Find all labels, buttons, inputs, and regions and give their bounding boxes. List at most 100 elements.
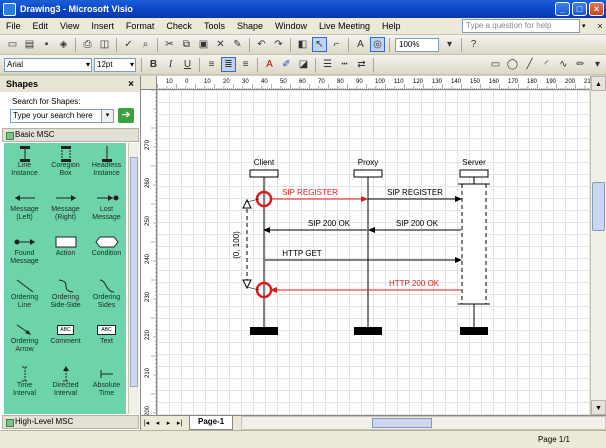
font-family-select[interactable]: Arial xyxy=(4,57,92,72)
shapes-icon[interactable]: ◧ xyxy=(295,37,310,52)
shape-ordering-line[interactable]: Ordering Line xyxy=(5,278,44,322)
line-color-icon[interactable]: ✐ xyxy=(279,57,294,72)
shape-directed-interval[interactable]: Directed Interval xyxy=(46,366,85,410)
ask-dropdown-icon[interactable]: ▾ xyxy=(582,22,590,30)
open-icon[interactable]: ▤ xyxy=(22,37,37,52)
permission-icon[interactable]: ◈ xyxy=(56,37,71,52)
shapes-pane-close-button[interactable]: × xyxy=(125,79,137,90)
shape-lost-message[interactable]: Lost Message xyxy=(87,190,126,234)
previous-page-button[interactable]: ◂ xyxy=(152,419,163,427)
last-page-button[interactable]: ▸| xyxy=(174,419,185,427)
search-shapes-input[interactable]: Type your search here xyxy=(10,108,102,123)
shape-absolute-time[interactable]: Absolute Time xyxy=(87,366,126,410)
scroll-up-icon[interactable]: ▲ xyxy=(591,76,606,91)
close-button[interactable]: × xyxy=(589,2,604,16)
menu-window[interactable]: Window xyxy=(269,21,313,31)
menu-check[interactable]: Check xyxy=(160,21,198,31)
instance-label-client[interactable]: Client xyxy=(254,158,275,167)
research-icon[interactable]: ⌕ xyxy=(138,37,153,52)
stencil-high-level-msc[interactable]: High-Level MSC xyxy=(2,415,139,429)
shape-condition[interactable]: Condition xyxy=(87,234,126,278)
arc-tool-icon[interactable]: ◜ xyxy=(539,57,554,72)
menu-tools[interactable]: Tools xyxy=(198,21,231,31)
shape-time-interval[interactable]: Time Interval xyxy=(5,366,44,410)
shape-ordering-side-side[interactable]: Ordering Side-Side xyxy=(46,278,85,322)
text-tool-icon[interactable]: A xyxy=(353,37,368,52)
line-ends-icon[interactable]: ⇄ xyxy=(354,57,369,72)
vertical-scrollbar[interactable]: ▲ ▼ xyxy=(590,76,606,415)
first-page-button[interactable]: |◂ xyxy=(141,419,152,427)
tab-page-1[interactable]: Page-1 xyxy=(189,416,234,430)
shape-message-right[interactable]: Message (Right) xyxy=(46,190,85,234)
horizontal-scroll-thumb[interactable] xyxy=(372,418,433,428)
client-instance-head[interactable] xyxy=(249,169,279,178)
align-center-icon[interactable]: ≣ xyxy=(221,57,236,72)
shape-ordering-arrow[interactable]: Ordering Arrow xyxy=(5,322,44,366)
document-close-button[interactable]: × xyxy=(594,21,606,31)
search-dropdown-icon[interactable]: ▾ xyxy=(102,108,114,123)
vertical-ruler[interactable]: 270 260 250 240 230 220 210 200 xyxy=(141,90,157,415)
clear-icon[interactable]: ✕ xyxy=(213,37,228,52)
ellipse-tool-icon[interactable]: ◯ xyxy=(505,57,520,72)
print-preview-icon[interactable]: ◫ xyxy=(97,37,112,52)
shape-found-message[interactable]: Found Message xyxy=(5,234,44,278)
line-pattern-icon[interactable]: ┅ xyxy=(337,57,352,72)
scroll-down-icon[interactable]: ▼ xyxy=(591,400,606,415)
message-label-http-get[interactable]: HTTP GET xyxy=(282,249,322,258)
connector-tool-icon[interactable]: ⌐ xyxy=(329,37,344,52)
drawing-canvas[interactable]: Client Proxy Server SIP REGISTER SIP REG… xyxy=(157,90,590,415)
time-interval-label[interactable]: (0, 100) xyxy=(232,231,241,259)
redo-icon[interactable]: ↷ xyxy=(271,37,286,52)
menu-help[interactable]: Help xyxy=(376,21,407,31)
menu-format[interactable]: Format xyxy=(120,21,161,31)
help-icon[interactable]: ? xyxy=(466,37,481,52)
new-icon[interactable]: ▭ xyxy=(5,37,20,52)
client-instance-end[interactable] xyxy=(250,327,278,335)
menu-edit[interactable]: Edit xyxy=(27,21,55,31)
server-coregion[interactable] xyxy=(462,184,486,304)
fill-color-icon[interactable]: ◪ xyxy=(296,57,311,72)
proxy-instance-end[interactable] xyxy=(354,327,382,335)
format-painter-icon[interactable]: ✎ xyxy=(230,37,245,52)
message-label-sip-200-ok-2[interactable]: SIP 200 OK xyxy=(396,219,439,228)
print-icon[interactable]: ⎙ xyxy=(80,37,95,52)
toolbar-options-icon[interactable]: ▾ xyxy=(590,57,605,72)
horizontal-ruler[interactable]: 10 0 10 20 30 40 50 60 70 80 90 100 110 120 130 140 150 1… xyxy=(157,76,590,90)
server-instance-head[interactable] xyxy=(459,169,489,178)
menu-insert[interactable]: Insert xyxy=(85,21,120,31)
copy-icon[interactable]: ⧉ xyxy=(179,37,194,52)
restore-button[interactable]: □ xyxy=(572,2,587,16)
stencil-basic-msc[interactable]: Basic MSC xyxy=(2,128,139,142)
instance-label-server[interactable]: Server xyxy=(462,158,486,167)
minimize-button[interactable]: _ xyxy=(555,2,570,16)
align-left-icon[interactable]: ≡ xyxy=(204,57,219,72)
underline-button[interactable]: U xyxy=(180,57,195,72)
cut-icon[interactable]: ✂ xyxy=(162,37,177,52)
search-go-button[interactable]: ➔ xyxy=(118,108,134,123)
menu-view[interactable]: View xyxy=(54,21,85,31)
menu-file[interactable]: File xyxy=(0,21,27,31)
font-size-select[interactable]: 12pt xyxy=(94,57,136,72)
instance-label-proxy[interactable]: Proxy xyxy=(358,158,378,167)
visio-app-icon[interactable] xyxy=(3,2,16,16)
italic-button[interactable]: I xyxy=(163,57,178,72)
menu-shape[interactable]: Shape xyxy=(231,21,269,31)
pointer-tool-icon[interactable]: ↖ xyxy=(312,37,327,52)
zoom-dropdown-icon[interactable]: ▾ xyxy=(442,37,457,52)
bold-button[interactable]: B xyxy=(146,57,161,72)
shape-action[interactable]: Action xyxy=(46,234,85,278)
stencil-scroll-thumb[interactable] xyxy=(130,157,138,387)
next-page-button[interactable]: ▸ xyxy=(163,419,174,427)
server-instance-end[interactable] xyxy=(460,327,488,335)
vertical-scroll-thumb[interactable] xyxy=(592,182,605,231)
message-label-sip-200-ok-1[interactable]: SIP 200 OK xyxy=(308,219,351,228)
shape-headless-instance[interactable]: Headless Instance xyxy=(87,146,126,190)
shape-coregion-box[interactable]: Coregion Box xyxy=(46,146,85,190)
ask-question-input[interactable]: Type a question for help xyxy=(462,19,580,33)
message-label-sip-register-1[interactable]: SIP REGISTER xyxy=(282,188,338,197)
paste-icon[interactable]: ▣ xyxy=(196,37,211,52)
save-icon[interactable]: ▪ xyxy=(39,37,54,52)
layout-icon[interactable]: ◎ xyxy=(370,37,385,52)
shape-ordering-sides[interactable]: Ordering Sides xyxy=(87,278,126,322)
shape-message-left[interactable]: Message (Left) xyxy=(5,190,44,234)
